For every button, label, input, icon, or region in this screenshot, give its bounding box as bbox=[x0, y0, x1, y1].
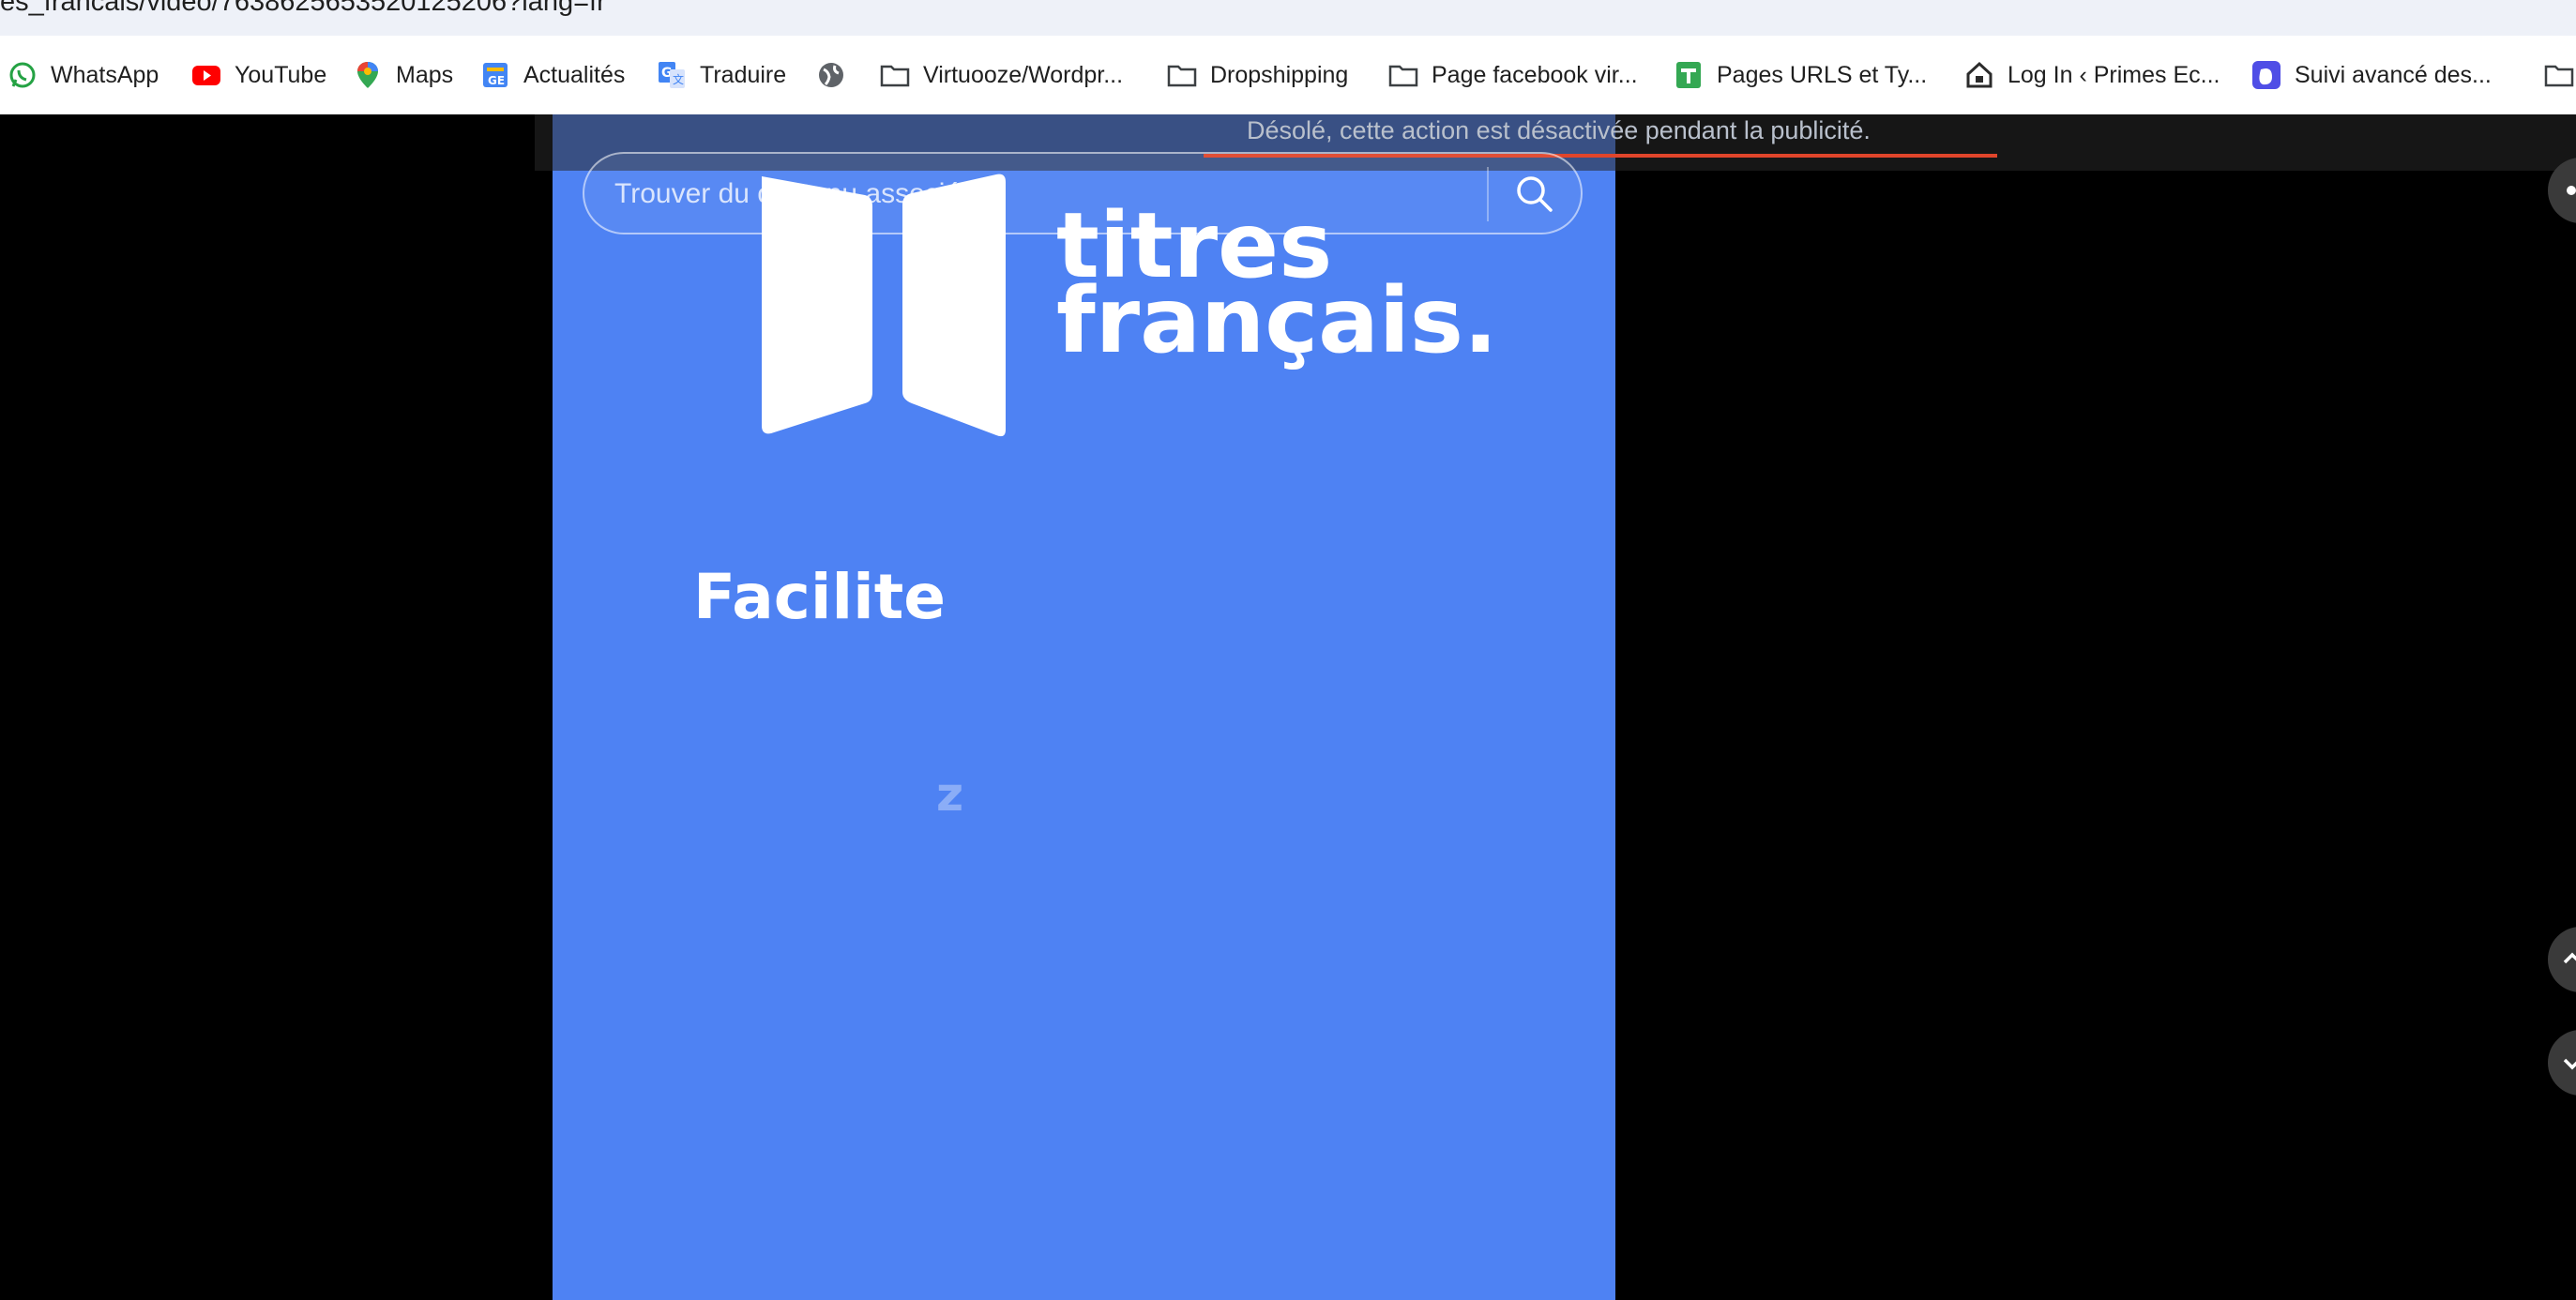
bookmark-label: Actualités bbox=[523, 61, 626, 88]
bookmark-whatsapp[interactable]: WhatsApp bbox=[8, 36, 159, 114]
bookmark-label: Suivi avancé des... bbox=[2295, 61, 2492, 88]
next-video-button[interactable] bbox=[2548, 1030, 2576, 1096]
youtube-icon bbox=[191, 60, 221, 90]
search-icon[interactable] bbox=[1513, 173, 1554, 214]
google-news-icon: GE bbox=[480, 60, 510, 90]
bookmark-label: Maps bbox=[396, 61, 454, 88]
bookmark-traduire[interactable]: G文 Traduire bbox=[657, 36, 786, 114]
svg-text:文: 文 bbox=[673, 72, 684, 86]
bookmark-label: Virtuooze/Wordpr... bbox=[923, 61, 1124, 88]
bookmark-globe[interactable] bbox=[816, 36, 859, 114]
address-bar[interactable]: es_francais/video/7638625653520125206?la… bbox=[0, 0, 2576, 36]
bookmark-label: Pages URLS et Ty... bbox=[1717, 61, 1928, 88]
search-placeholder: Trouver du contenu associé bbox=[614, 178, 962, 209]
url-text: es_francais/video/7638625653520125206?la… bbox=[0, 0, 606, 17]
video-headline: Facilite bbox=[693, 561, 947, 633]
bookmark-label: WhatsApp bbox=[51, 61, 159, 88]
bookmark-maps[interactable]: Maps bbox=[353, 36, 453, 114]
bookmark-label: Dropshipping bbox=[1210, 61, 1349, 88]
logo-word-francais: français. bbox=[1056, 268, 1498, 373]
related-content-search[interactable]: Trouver du contenu associé bbox=[583, 152, 1583, 234]
search-divider bbox=[1487, 167, 1489, 221]
whatsapp-icon bbox=[8, 60, 38, 90]
bookmark-dropshipping[interactable]: Dropshipping bbox=[1167, 36, 1348, 114]
globe-icon bbox=[816, 60, 846, 90]
bookmark-pages-urls[interactable]: Pages URLS et Ty... bbox=[1674, 36, 1927, 114]
folder-icon bbox=[1167, 60, 1197, 90]
previous-video-button[interactable] bbox=[2548, 927, 2576, 992]
bookmark-virtuooze[interactable]: Virtuooze/Wordpr... bbox=[880, 36, 1123, 114]
bookmark-label: Page facebook vir... bbox=[1432, 61, 1638, 88]
maps-icon bbox=[353, 60, 383, 90]
ad-notice-text: Désolé, cette action est désactivée pend… bbox=[1247, 116, 1871, 144]
bookmark-label: Log In ‹ Primes Ec... bbox=[2008, 61, 2220, 88]
bookmark-label: YouTube bbox=[235, 61, 327, 88]
bookmark-log-in[interactable]: Log In ‹ Primes Ec... bbox=[1964, 36, 2220, 114]
bookmark-label: Traduire bbox=[700, 61, 787, 88]
folder-icon bbox=[1388, 60, 1418, 90]
bookmark-actualites[interactable]: GE Actualités bbox=[480, 36, 625, 114]
app-icon bbox=[2251, 60, 2281, 90]
sheets-icon bbox=[1674, 60, 1704, 90]
video-player[interactable]: titres français. bbox=[553, 114, 1615, 1300]
overlay-text: z bbox=[936, 767, 964, 822]
bookmark-folder-more[interactable] bbox=[2544, 36, 2576, 114]
folder-icon bbox=[880, 60, 910, 90]
bookmark-youtube[interactable]: YouTube bbox=[191, 36, 326, 114]
folder-icon bbox=[2544, 60, 2574, 90]
svg-text:GE: GE bbox=[488, 74, 505, 87]
bookmark-suivi-avance[interactable]: Suivi avancé des... bbox=[2251, 36, 2492, 114]
house-icon bbox=[1964, 60, 1994, 90]
translate-icon: G文 bbox=[657, 60, 687, 90]
bookmark-page-facebook[interactable]: Page facebook vir... bbox=[1388, 36, 1638, 114]
